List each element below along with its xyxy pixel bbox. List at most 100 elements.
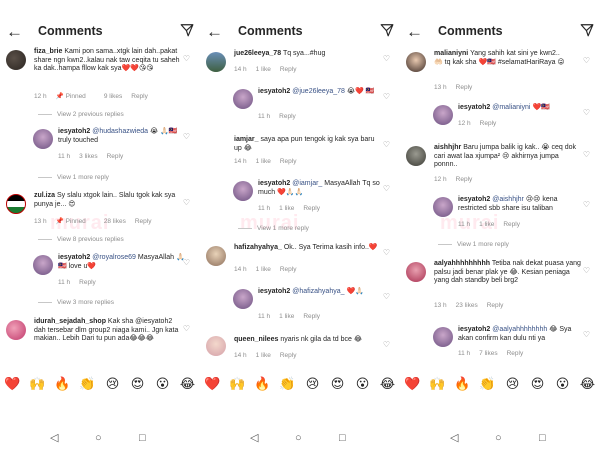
reply-button[interactable]: Reply: [280, 266, 297, 273]
reply-button[interactable]: Reply: [135, 218, 152, 225]
view-previous-replies[interactable]: View 2 previous replies: [38, 111, 124, 118]
likes-count[interactable]: 1 like: [256, 66, 271, 73]
like-heart-icon[interactable]: ♡: [383, 184, 390, 193]
username[interactable]: iesyatoh2: [258, 288, 290, 295]
likes-count[interactable]: 28 likes: [104, 218, 126, 225]
home-circle-icon[interactable]: ○: [495, 432, 502, 444]
avatar[interactable]: [233, 89, 253, 109]
back-triangle-icon[interactable]: ◁: [50, 432, 58, 444]
username[interactable]: fiza_brie: [34, 48, 62, 55]
like-heart-icon[interactable]: ♡: [583, 150, 590, 159]
like-heart-icon[interactable]: ♡: [583, 200, 590, 209]
emoji-button[interactable]: 🙌: [25, 372, 50, 396]
avatar[interactable]: [33, 129, 53, 149]
avatar[interactable]: [33, 255, 53, 275]
emoji-button[interactable]: 😂: [575, 372, 600, 396]
avatar[interactable]: [6, 320, 26, 340]
emoji-button[interactable]: 🙌: [225, 372, 250, 396]
username[interactable]: jue26leeya_78: [234, 50, 281, 57]
back-triangle-icon[interactable]: ◁: [450, 432, 458, 444]
emoji-button[interactable]: 😢: [100, 372, 125, 396]
likes-count[interactable]: 3 likes: [79, 153, 97, 160]
emoji-button[interactable]: 😮: [150, 372, 175, 396]
avatar[interactable]: [406, 146, 426, 166]
username[interactable]: idurah_sejadah_shop: [34, 318, 106, 325]
like-heart-icon[interactable]: ♡: [183, 198, 190, 207]
view-more-replies[interactable]: View 1 more reply: [438, 241, 509, 248]
likes-count[interactable]: 23 likes: [456, 302, 478, 309]
emoji-button[interactable]: 😮: [550, 372, 575, 396]
emoji-button[interactable]: 😍: [525, 372, 550, 396]
username[interactable]: iesyatoh2: [58, 254, 90, 261]
likes-count[interactable]: 1 like: [279, 313, 294, 320]
likes-count[interactable]: 1 like: [479, 221, 494, 228]
reply-button[interactable]: Reply: [280, 158, 297, 165]
mention-link[interactable]: @hafizahyahya_: [292, 288, 344, 295]
like-heart-icon[interactable]: ♡: [383, 292, 390, 301]
recents-square-icon[interactable]: □: [139, 432, 146, 444]
username[interactable]: iesyatoh2: [258, 180, 290, 187]
recents-square-icon[interactable]: □: [539, 432, 546, 444]
emoji-button[interactable]: 😮: [350, 372, 375, 396]
emoji-button[interactable]: 🔥: [50, 372, 75, 396]
username[interactable]: iesyatoh2: [58, 128, 90, 135]
likes-count[interactable]: 1 like: [256, 266, 271, 273]
emoji-button[interactable]: ❤️: [200, 372, 225, 396]
username[interactable]: aalyahhhhhhhhh: [434, 260, 490, 267]
mention-link[interactable]: @jue26leeya_78: [292, 88, 345, 95]
username[interactable]: malianiyni: [434, 50, 468, 57]
mention-link[interactable]: @aishhjhr: [492, 196, 524, 203]
emoji-button[interactable]: 👏: [475, 372, 500, 396]
emoji-button[interactable]: 😍: [325, 372, 350, 396]
mention-link[interactable]: @hudashazwieda: [92, 128, 148, 135]
likes-count[interactable]: 1 like: [256, 352, 271, 359]
reply-button[interactable]: Reply: [303, 205, 320, 212]
avatar[interactable]: [433, 327, 453, 347]
username[interactable]: queen_nilees: [234, 336, 278, 343]
username[interactable]: iesyatoh2: [458, 196, 490, 203]
emoji-button[interactable]: 😂: [375, 372, 400, 396]
reply-button[interactable]: Reply: [107, 153, 124, 160]
avatar[interactable]: [6, 50, 26, 70]
emoji-button[interactable]: ❤️: [0, 372, 25, 396]
username[interactable]: iesyatoh2: [458, 326, 490, 333]
send-icon[interactable]: [580, 23, 594, 37]
username[interactable]: iesyatoh2: [258, 88, 290, 95]
reply-button[interactable]: Reply: [131, 93, 148, 100]
like-heart-icon[interactable]: ♡: [183, 132, 190, 141]
mention-link[interactable]: @iamjar_: [292, 180, 322, 187]
mention-link[interactable]: @malianiyni: [492, 104, 530, 111]
view-previous-replies[interactable]: View 8 previous replies: [38, 236, 124, 243]
avatar[interactable]: [433, 105, 453, 125]
like-heart-icon[interactable]: ♡: [583, 108, 590, 117]
reply-button[interactable]: Reply: [456, 84, 473, 91]
avatar[interactable]: [206, 246, 226, 266]
back-triangle-icon[interactable]: ◁: [250, 432, 258, 444]
avatar[interactable]: [6, 194, 26, 214]
send-icon[interactable]: [180, 23, 194, 37]
avatar[interactable]: [406, 262, 426, 282]
reply-button[interactable]: Reply: [503, 221, 520, 228]
reply-button[interactable]: Reply: [279, 113, 296, 120]
reply-button[interactable]: Reply: [79, 279, 96, 286]
home-circle-icon[interactable]: ○: [95, 432, 102, 444]
username[interactable]: hafizahyahya_: [234, 244, 282, 251]
recents-square-icon[interactable]: □: [339, 432, 346, 444]
username[interactable]: aishhjhr: [434, 144, 461, 151]
likes-count[interactable]: 1 like: [256, 158, 271, 165]
emoji-button[interactable]: 🔥: [250, 372, 275, 396]
likes-count[interactable]: 1 like: [279, 205, 294, 212]
back-arrow-icon[interactable]: ←: [406, 23, 423, 41]
like-heart-icon[interactable]: ♡: [583, 330, 590, 339]
avatar[interactable]: [233, 289, 253, 309]
back-arrow-icon[interactable]: ←: [6, 23, 23, 41]
view-more-replies[interactable]: View 3 more replies: [38, 299, 114, 306]
reply-button[interactable]: Reply: [303, 313, 320, 320]
like-heart-icon[interactable]: ♡: [383, 248, 390, 257]
reply-button[interactable]: Reply: [480, 120, 497, 127]
emoji-button[interactable]: 👏: [275, 372, 300, 396]
reply-button[interactable]: Reply: [456, 176, 473, 183]
send-icon[interactable]: [380, 23, 394, 37]
reply-button[interactable]: Reply: [280, 66, 297, 73]
avatar[interactable]: [206, 52, 226, 72]
